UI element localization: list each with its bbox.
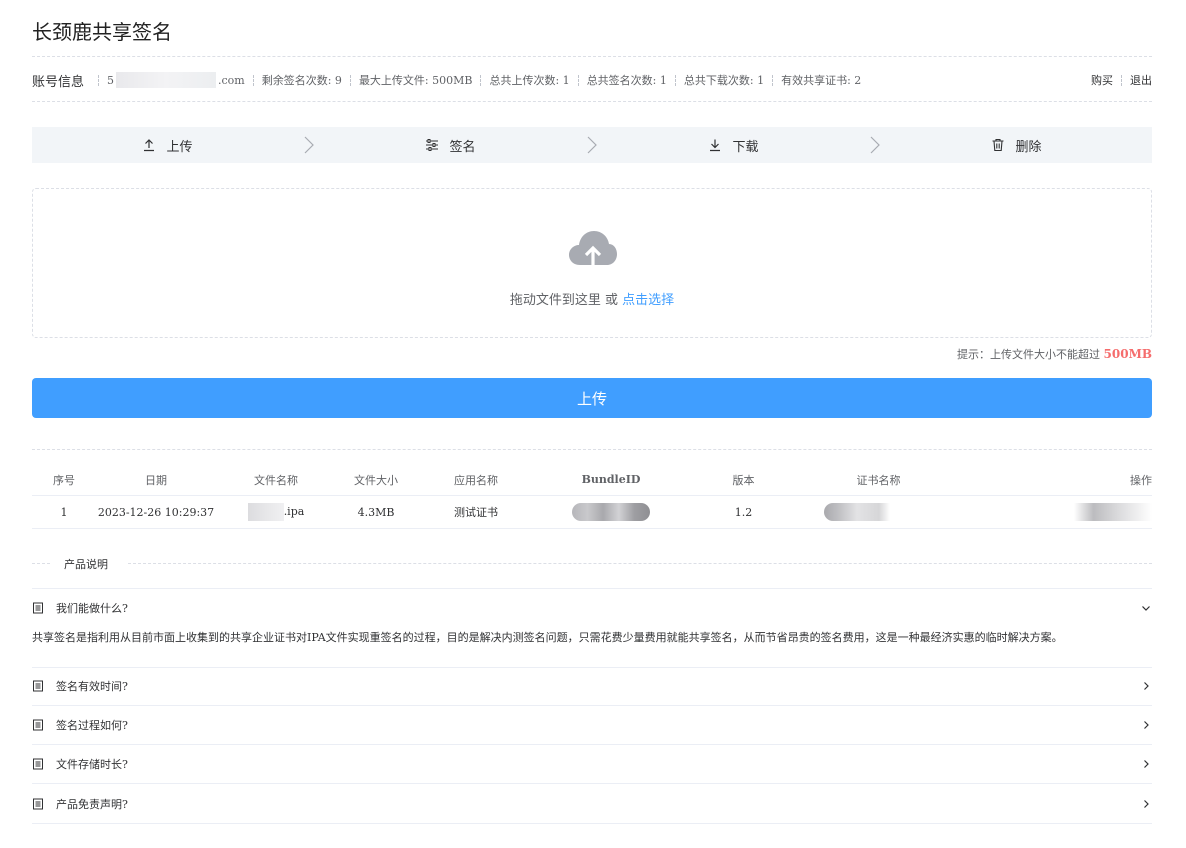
product-section-header: 产品说明 [32, 556, 1152, 571]
total-uploads: 总共上传次数: 1 [489, 74, 570, 87]
upload-hint: 提示：上传文件大小不能超过 500MB [957, 347, 1152, 361]
step-upload[interactable]: 上传 [32, 136, 303, 155]
file-name-masked [247, 503, 284, 521]
sliders-icon [426, 139, 439, 151]
logout-link[interactable]: 退出 [1130, 72, 1152, 88]
document-icon [33, 602, 43, 614]
size-limit: 500MB [1103, 347, 1152, 361]
upload-table: 序号 日期 文件名称 文件大小 应用名称 BundleID 版本 证书名称 操作… [32, 464, 1152, 529]
step-label: 上传 [166, 139, 193, 155]
step-label: 删除 [1015, 139, 1042, 155]
faq-item: 签名过程如何? [32, 706, 1152, 745]
account-label: 账号信息 [32, 74, 85, 90]
faq-header[interactable]: 我们能做什么? [32, 589, 1152, 627]
divider [32, 449, 1152, 450]
total-downloads: 总共下载次数: 1 [683, 74, 765, 87]
total-signs: 总共签名次数: 1 [586, 74, 667, 87]
cert-name-masked [823, 503, 934, 521]
table-header: 序号 日期 文件名称 文件大小 应用名称 BundleID 版本 证书名称 操作 [32, 464, 1152, 496]
max-upload: 最大上传文件: 500MB [358, 74, 473, 87]
chevron-right-icon [303, 127, 315, 163]
download-icon [710, 139, 721, 152]
chevron-down-icon [1142, 606, 1150, 611]
section-title: 产品说明 [64, 558, 108, 571]
document-icon [33, 798, 43, 810]
valid-certs: 有效共享证书: 2 [781, 74, 862, 87]
pick-file-link[interactable]: 点击选择 [622, 293, 674, 308]
chevron-right-icon [586, 127, 598, 163]
dropzone-text: 拖动文件到这里 或 点击选择 [509, 293, 675, 308]
faq-header[interactable]: 签名过程如何? [32, 706, 1152, 744]
faq-header[interactable]: 产品免责声明? [32, 785, 1152, 823]
chevron-right-icon [1144, 800, 1149, 808]
email-suffix: .com [218, 73, 245, 87]
account-info-bar: 账号信息 5 .com 剩余签名次数: 9 最大上传文件: 500MB 总共上传… [32, 64, 1152, 96]
cloud-upload-icon [569, 231, 617, 267]
account-actions: 购买 退出 [1091, 72, 1152, 88]
email-prefix: 5 [107, 73, 115, 87]
faq-item: 我们能做什么? 共享签名是指利用从目前市面上收集到的共享企业证书对IPA文件实现… [32, 588, 1152, 668]
divider [32, 56, 1152, 57]
email-masked [116, 72, 217, 88]
faq-answer: 共享签名是指利用从目前市面上收集到的共享企业证书对IPA文件实现重签名的过程，目… [32, 631, 1063, 644]
upload-icon [144, 139, 155, 152]
document-icon [33, 719, 43, 731]
step-label: 下载 [732, 139, 759, 155]
faq-item: 文件存储时长? [32, 745, 1152, 784]
faq-header[interactable]: 文件存储时长? [32, 745, 1152, 783]
step-download[interactable]: 下载 [598, 136, 869, 155]
document-icon [33, 758, 43, 770]
actions-masked[interactable] [1074, 503, 1152, 521]
step-delete[interactable]: 删除 [881, 136, 1152, 155]
page-title: 长颈鹿共享签名 [32, 20, 172, 44]
chevron-right-icon [1144, 721, 1149, 729]
divider [32, 101, 1152, 102]
faq-item: 签名有效时间? [32, 667, 1152, 706]
bundle-id-masked [572, 503, 650, 521]
remaining-signs: 剩余签名次数: 9 [261, 74, 342, 87]
upload-button[interactable]: 上传 [32, 378, 1152, 418]
chevron-right-icon [869, 127, 881, 163]
document-icon [33, 680, 43, 692]
step-label: 签名 [449, 139, 476, 155]
step-sign[interactable]: 签名 [315, 136, 586, 155]
steps-bar: 上传 签名 下载 删除 [32, 127, 1152, 163]
upload-dropzone[interactable]: 拖动文件到这里 或 点击选择 [32, 188, 1152, 338]
trash-icon [992, 138, 1004, 152]
faq-header[interactable]: 签名有效时间? [32, 667, 1152, 705]
buy-link[interactable]: 购买 [1091, 72, 1113, 88]
faq-item: 产品免责声明? [32, 785, 1152, 824]
table-row[interactable]: 1 2023-12-26 10:29:37 .ipa 4.3MB 测试证书 1.… [32, 496, 1152, 529]
chevron-right-icon [1144, 682, 1149, 690]
chevron-right-icon [1144, 760, 1149, 768]
